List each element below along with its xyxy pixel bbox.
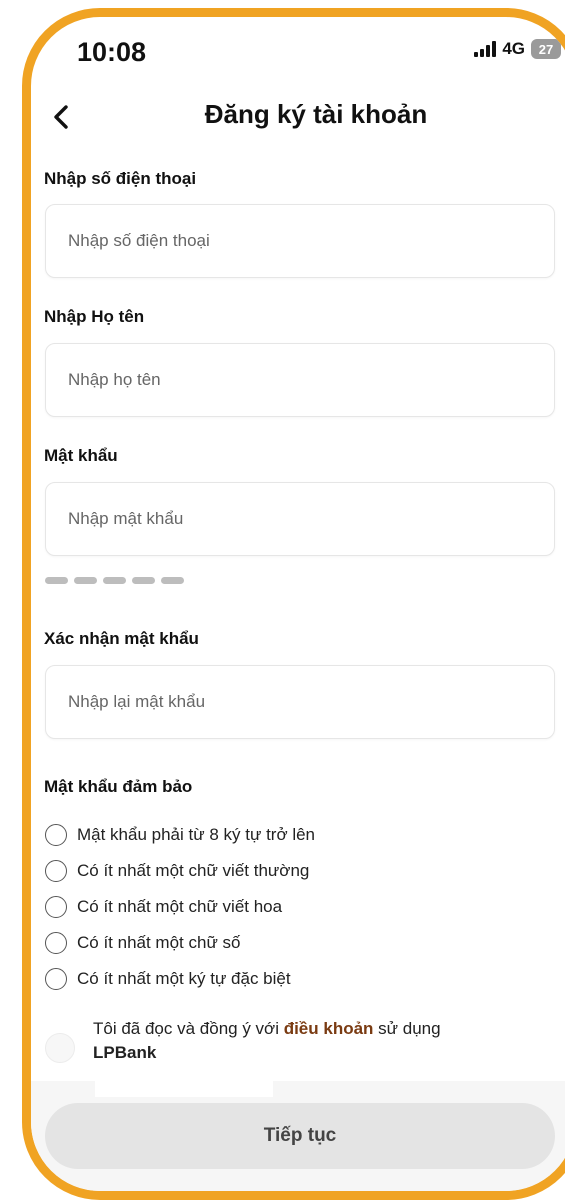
- status-time: 10:08: [77, 37, 147, 67]
- password-rule: Có ít nhất một chữ viết hoa: [45, 889, 315, 925]
- rule-status-icon: [45, 860, 67, 882]
- registration-screen: 10:08 4G 27 Đăng ký tài khoản Nhập số đi…: [31, 17, 565, 1191]
- strength-segment: [45, 577, 68, 584]
- confirm-password-label: Xác nhận mật khẩu: [44, 629, 199, 648]
- password-label: Mật khẩu: [44, 446, 118, 465]
- strength-segment: [74, 577, 97, 584]
- page-title: Đăng ký tài khoản: [204, 99, 428, 129]
- footer: Tiếp tục: [31, 1081, 565, 1191]
- password-strength-meter: [45, 577, 184, 584]
- rule-status-icon: [45, 896, 67, 918]
- phone-frame: 10:08 4G 27 Đăng ký tài khoản Nhập số đi…: [22, 8, 565, 1200]
- rule-label: Có ít nhất một ký tự đặc biệt: [77, 969, 291, 988]
- rule-label: Có ít nhất một chữ số: [77, 933, 241, 952]
- rule-label: Có ít nhất một chữ viết hoa: [77, 897, 283, 916]
- rule-status-icon: [45, 824, 67, 846]
- password-rules-title: Mật khẩu đảm bảo: [44, 777, 193, 796]
- terms-prefix: Tôi đã đọc và đồng ý với: [93, 1019, 284, 1038]
- battery-icon: 27: [531, 39, 561, 59]
- strength-segment: [103, 577, 126, 584]
- status-bar: 10:08 4G 27: [31, 17, 565, 83]
- footer-divider: [95, 1081, 273, 1097]
- rule-label: Có ít nhất một chữ viết thường: [77, 861, 310, 880]
- terms-bank-name: LPBank: [93, 1043, 157, 1062]
- fullname-label: Nhập Họ tên: [44, 307, 145, 326]
- phone-label: Nhập số điện thoại: [44, 169, 197, 188]
- terms-checkbox[interactable]: [45, 1033, 75, 1063]
- password-rule: Mật khẩu phải từ 8 ký tự trở lên: [45, 817, 315, 853]
- phone-input[interactable]: [45, 204, 555, 278]
- network-type: 4G: [502, 39, 525, 58]
- password-rule: Có ít nhất một chữ viết thường: [45, 853, 315, 889]
- password-rule-list: Mật khẩu phải từ 8 ký tự trở lên Có ít n…: [45, 817, 315, 997]
- confirm-password-input[interactable]: [45, 665, 555, 739]
- rule-status-icon: [45, 968, 67, 990]
- terms-link[interactable]: điều khoản: [284, 1019, 374, 1038]
- signal-icon: [474, 41, 497, 57]
- nav-bar: Đăng ký tài khoản: [31, 87, 565, 147]
- fullname-input[interactable]: [45, 343, 555, 417]
- strength-segment: [161, 577, 184, 584]
- password-input[interactable]: [45, 482, 555, 556]
- password-rule: Có ít nhất một ký tự đặc biệt: [45, 961, 315, 997]
- status-indicators: 4G 27: [474, 39, 561, 59]
- password-rule: Có ít nhất một chữ số: [45, 925, 315, 961]
- terms-text: Tôi đã đọc và đồng ý với điều khoản sử d…: [93, 1017, 533, 1065]
- strength-segment: [132, 577, 155, 584]
- rule-label: Mật khẩu phải từ 8 ký tự trở lên: [77, 825, 316, 844]
- continue-button[interactable]: Tiếp tục: [45, 1103, 555, 1169]
- rule-status-icon: [45, 932, 67, 954]
- terms-suffix: sử dụng: [373, 1019, 441, 1038]
